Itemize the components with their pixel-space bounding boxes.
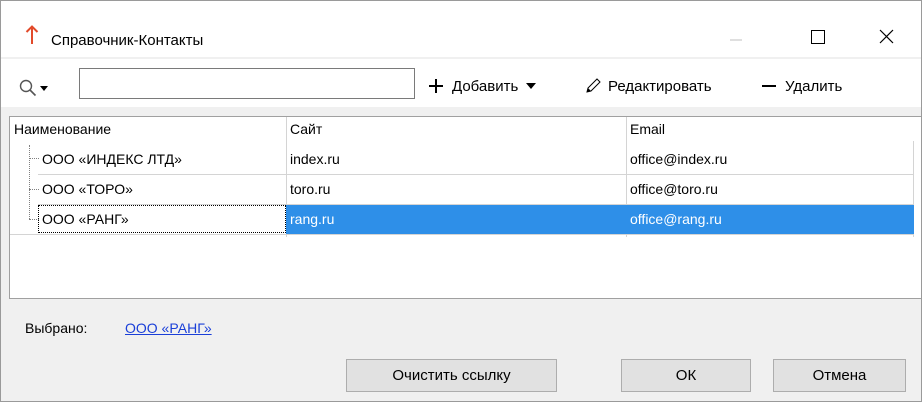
row-divider [10, 234, 914, 235]
ok-button[interactable]: ОК [621, 359, 751, 392]
close-icon [879, 29, 894, 44]
dialog-window: Справочник-Контакты Добавить Редактирова… [0, 0, 922, 402]
title-bar: Справочник-Контакты [1, 1, 921, 57]
maximize-button[interactable] [796, 19, 842, 59]
pencil-icon [586, 78, 601, 93]
contacts-table: Наименование Сайт Email ООО «ИНДЕКС ЛТД»… [9, 116, 921, 299]
add-button-label: Добавить [452, 77, 519, 95]
search-input[interactable] [79, 68, 415, 99]
plus-icon [429, 79, 443, 93]
cell-email: office@rang.ru [630, 211, 722, 227]
selected-value-link[interactable]: ООО «РАНГ» [125, 320, 212, 336]
chevron-down-icon[interactable] [526, 82, 537, 90]
edit-button[interactable]: Редактировать [584, 73, 712, 99]
clear-link-button[interactable]: Очистить ссылку [346, 359, 557, 392]
minimize-button[interactable] [713, 19, 759, 59]
cancel-button[interactable]: Отмена [773, 359, 906, 392]
cell-site: index.ru [290, 151, 340, 167]
dialog-footer: Выбрано: ООО «РАНГ» Очистить ссылку ОК О… [1, 301, 921, 401]
cell-email: office@toro.ru [630, 181, 718, 197]
cell-name: ООО «ТОРО» [42, 181, 133, 197]
chevron-down-icon[interactable] [40, 86, 48, 92]
add-button[interactable]: Добавить [428, 73, 537, 99]
delete-button-label: Удалить [785, 77, 843, 95]
close-button[interactable] [865, 19, 911, 59]
table-row[interactable]: ООО «ТОРО» toro.ru office@toro.ru [10, 175, 914, 204]
cell-site: rang.ru [290, 211, 335, 227]
cell-email: office@index.ru [630, 151, 728, 167]
delete-button[interactable]: Удалить [761, 73, 842, 99]
window-title: Справочник-Контакты [51, 32, 204, 49]
selected-label: Выбрано: [25, 320, 88, 336]
toolbar: Добавить Редактировать Удалить [1, 59, 921, 107]
minimize-icon [730, 39, 742, 41]
search-icon[interactable] [19, 79, 37, 97]
column-header-site[interactable]: Сайт [286, 117, 626, 141]
edit-button-label: Редактировать [608, 77, 712, 95]
cell-name: ООО «ИНДЕКС ЛТД» [42, 151, 182, 167]
column-header-email[interactable]: Email [626, 117, 914, 141]
up-arrow-icon [25, 25, 39, 44]
minus-icon [762, 85, 776, 87]
table-row[interactable]: ООО «ИНДЕКС ЛТД» index.ru office@index.r… [10, 145, 914, 174]
cell-name: ООО «РАНГ» [42, 211, 129, 227]
maximize-icon [811, 30, 825, 44]
table-row-selected[interactable]: ООО «РАНГ» rang.ru office@rang.ru [10, 205, 914, 234]
column-header-name[interactable]: Наименование [10, 117, 286, 141]
cell-site: toro.ru [290, 181, 331, 197]
